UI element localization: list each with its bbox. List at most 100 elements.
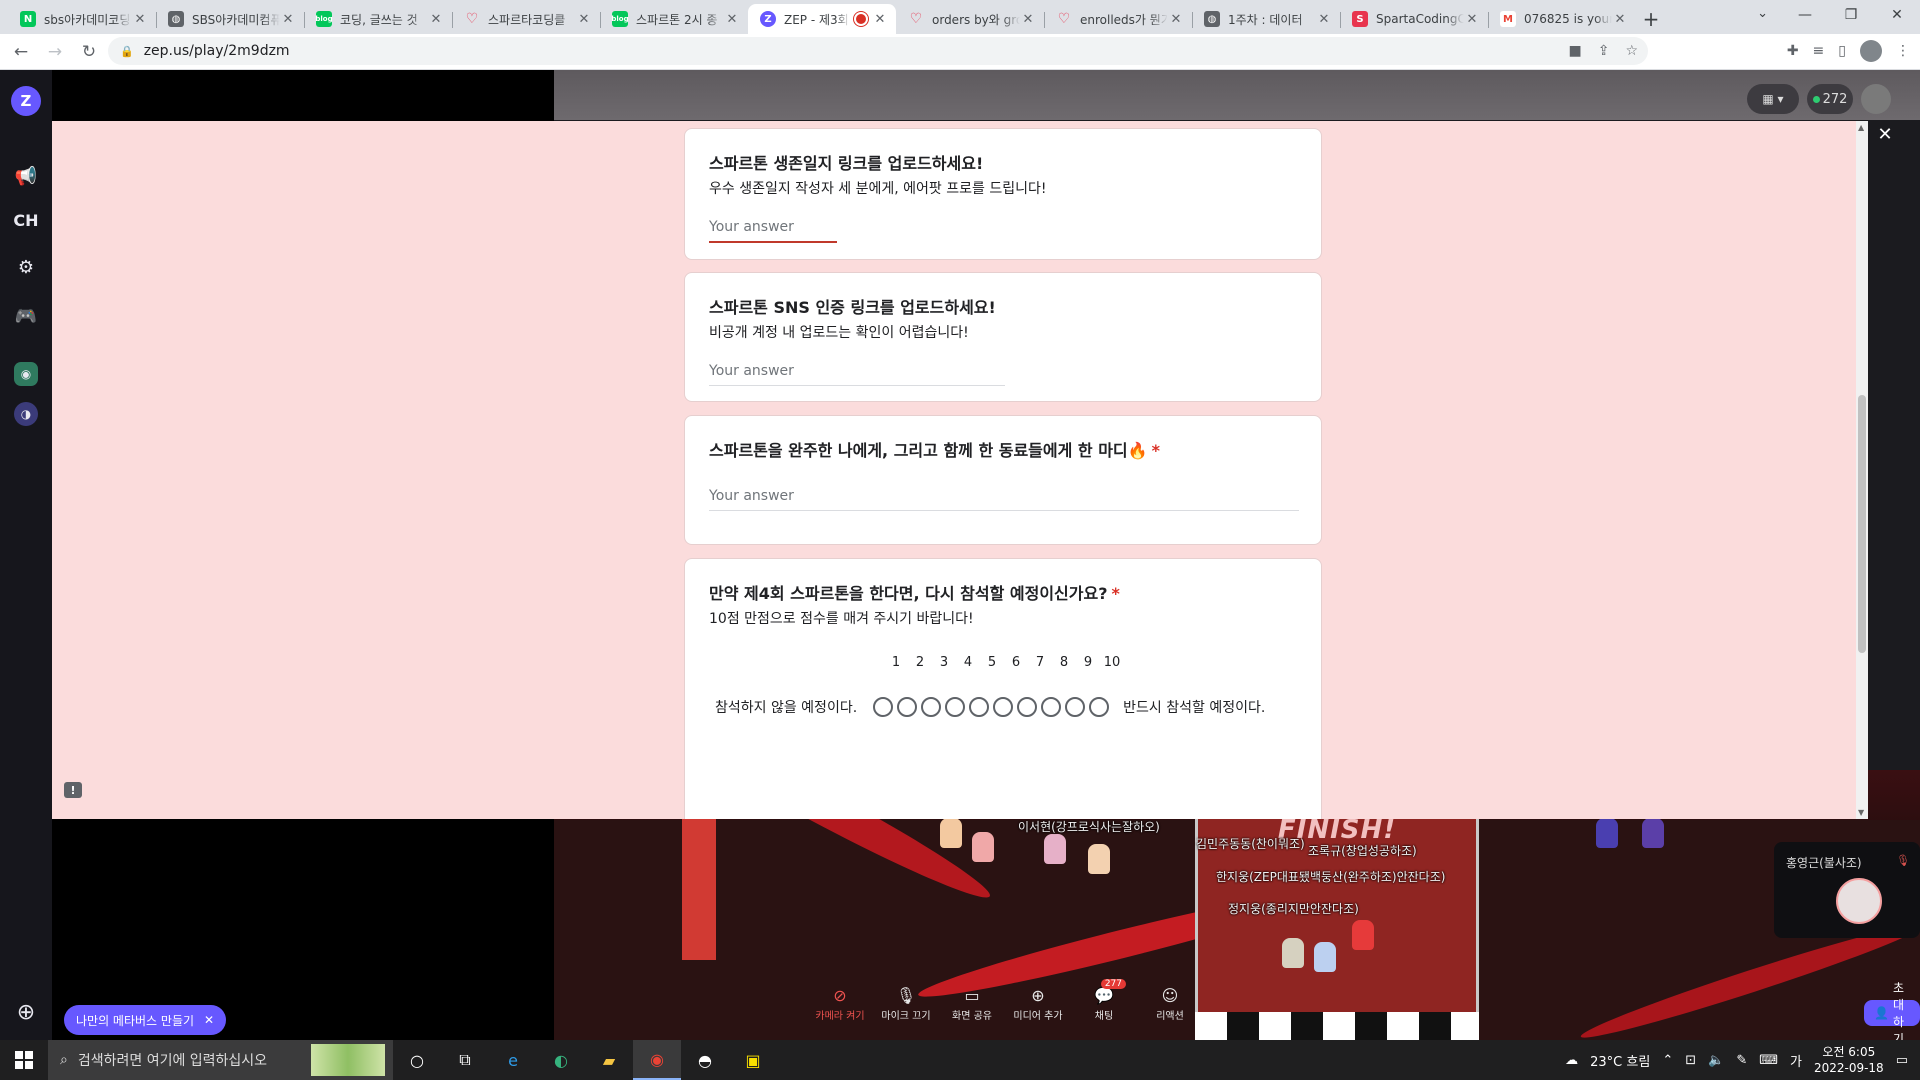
forward-arrow-icon[interactable]: → [38,37,72,67]
player-avatar[interactable] [1596,818,1618,848]
browser-tab[interactable]: M 076825 is your ✕ [1488,4,1636,34]
close-tab-icon[interactable]: ✕ [428,11,444,27]
add-circle-icon[interactable]: ⊕ [10,998,42,1026]
scale-radio-6[interactable] [993,697,1014,717]
scale-radio-2[interactable] [897,697,918,717]
scale-radio-10[interactable] [1089,697,1110,717]
close-tab-icon[interactable]: ✕ [1168,11,1184,27]
browser-tab[interactable]: S SpartaCodingClub ✕ [1340,4,1488,34]
close-tab-icon[interactable]: ✕ [1464,11,1480,27]
chrome-menu-icon[interactable]: ⋮ [1896,43,1910,59]
app2-icon[interactable]: ◑ [14,402,38,426]
channel-button[interactable]: CH [10,206,42,234]
scale-radio-9[interactable] [1065,697,1086,717]
browser-tab[interactable]: blog 스파르톤 2시 종 ✕ [600,4,748,34]
share-icon[interactable]: ⇪ [1598,43,1610,59]
screen-share-button[interactable]: ▭ 화면 공유 [946,985,998,1027]
form-overlay[interactable]: 스파르톤 생존일지 링크를 업로드하세요! 우수 생존일지 작성자 세 분에게,… [52,121,1868,819]
reaction-button[interactable]: ☺ 리액션 [1144,985,1196,1027]
browser-tab[interactable]: N sbs아카데미코딩 ✕ [8,4,156,34]
reload-icon[interactable]: ↻ [72,37,106,67]
close-tab-icon[interactable]: ✕ [576,11,592,27]
scale-radio-1[interactable] [873,697,894,717]
tab-search-chevron-icon[interactable]: ⌄ [1757,6,1768,21]
player-avatar[interactable] [972,832,994,862]
internet-explorer-icon[interactable]: e [489,1040,537,1080]
close-tab-icon[interactable]: ✕ [132,11,148,27]
tray-chevron-icon[interactable]: ⌃ [1662,1053,1673,1068]
answer-input[interactable]: Your answer [709,363,1005,386]
camera-in-use-icon[interactable]: ■ [1568,43,1581,59]
answer-input[interactable]: Your answer [709,219,837,243]
profile-avatar[interactable] [1860,40,1882,62]
scale-radio-7[interactable] [1017,697,1038,717]
task-view-icon[interactable]: ⧉ [441,1040,489,1080]
close-tab-icon[interactable]: ✕ [1612,11,1628,27]
player-avatar[interactable] [1352,920,1374,950]
kakaotalk-icon[interactable]: ▣ [729,1040,777,1080]
github-desktop-icon[interactable]: ◓ [681,1040,729,1080]
side-panel-icon[interactable]: ▯ [1838,43,1846,59]
close-tab-icon[interactable]: ✕ [724,11,740,27]
close-tab-icon[interactable]: ✕ [1316,11,1332,27]
chat-button[interactable]: 💬 277 채팅 [1078,979,1130,1027]
app-icon[interactable]: ◉ [14,362,38,386]
windows-start-icon[interactable] [0,1040,48,1080]
scroll-thumb[interactable] [1858,395,1866,653]
scale-radio-4[interactable] [945,697,966,717]
user-count-badge[interactable]: 272 [1807,84,1853,114]
player-avatar[interactable] [1282,938,1304,968]
browser-tab[interactable]: ◍ 1주차 : 데이터 ✕ [1192,4,1340,34]
edge-icon[interactable]: ◐ [537,1040,585,1080]
ime-indicator[interactable]: 가 [1790,1051,1802,1070]
answer-input[interactable]: Your answer [709,488,1299,511]
new-tab-button[interactable]: + [1636,4,1666,34]
zep-logo[interactable]: Z [11,86,41,116]
my-avatar[interactable] [1861,84,1891,114]
add-media-button[interactable]: ⊕ 미디어 추가 [1012,985,1064,1027]
make-metaverse-button[interactable]: 나만의 메타버스 만들기 ✕ [64,1005,227,1035]
taskbar-clock[interactable]: 오전 6:05 2022-09-18 [1814,1044,1884,1076]
close-tab-icon[interactable]: ✕ [280,11,296,27]
feedback-icon[interactable]: ! [64,782,82,798]
extensions-puzzle-icon[interactable]: ✚ [1787,43,1799,59]
player-avatar[interactable] [1044,834,1066,864]
pen-icon[interactable]: ✎ [1736,1053,1747,1068]
scroll-up-icon[interactable]: ▲ [1858,123,1864,132]
scale-radio-3[interactable] [921,697,942,717]
game-controller-icon[interactable]: 🎮 [10,302,42,330]
scroll-down-icon[interactable]: ▼ [1858,808,1864,817]
cortana-icon[interactable]: ○ [393,1040,441,1080]
mic-toggle-button[interactable]: 🎙 마이크 끄기 [880,985,932,1027]
close-tab-icon[interactable]: ✕ [872,11,888,27]
player-avatar[interactable] [1642,818,1664,848]
camera-toggle-button[interactable]: ⊘ 카메라 켜기 [814,985,866,1027]
weather-cloud-icon[interactable]: ☁ [1565,1053,1578,1068]
file-explorer-icon[interactable]: ▰ [585,1040,633,1080]
browser-tab[interactable]: ◍ SBS아카데미컴퓨 ✕ [156,4,304,34]
browser-tab[interactable]: ♡ orders by와 gro ✕ [896,4,1044,34]
close-overlay-icon[interactable]: ✕ [1874,123,1896,145]
back-arrow-icon[interactable]: ← [4,37,38,67]
megaphone-icon[interactable]: 📢 [10,162,42,190]
network-icon[interactable]: ⊡ [1685,1053,1696,1068]
notifications-icon[interactable]: ▭ [1896,1053,1908,1068]
close-tab-icon[interactable]: ✕ [1020,11,1036,27]
browser-tab-active[interactable]: Z ZEP - 제3회 ✕ [748,4,896,34]
weather-text[interactable]: 23°C 흐림 [1590,1051,1650,1070]
media-controls-icon[interactable]: ≡ [1813,43,1825,59]
form-scrollbar[interactable]: ▲ ▼ [1856,121,1868,819]
browser-tab[interactable]: ♡ enrolleds가 뭔가 ✕ [1044,4,1192,34]
gear-icon[interactable]: ⚙ [10,253,42,281]
player-avatar[interactable] [1088,844,1110,874]
chrome-icon[interactable]: ◉ [633,1040,681,1080]
scale-radio-5[interactable] [969,697,990,717]
taskbar-search[interactable]: ⌕ 검색하려면 여기에 입력하십시오 [48,1040,393,1080]
player-avatar[interactable] [940,818,962,848]
keyboard-icon[interactable]: ⌨ [1759,1053,1778,1068]
volume-icon[interactable]: 🔈 [1708,1053,1724,1068]
player-avatar[interactable] [1314,942,1336,972]
scale-radio-8[interactable] [1041,697,1062,717]
browser-tab[interactable]: ♡ 스파르타코딩클 ✕ [452,4,600,34]
bookmark-star-icon[interactable]: ☆ [1625,43,1638,59]
